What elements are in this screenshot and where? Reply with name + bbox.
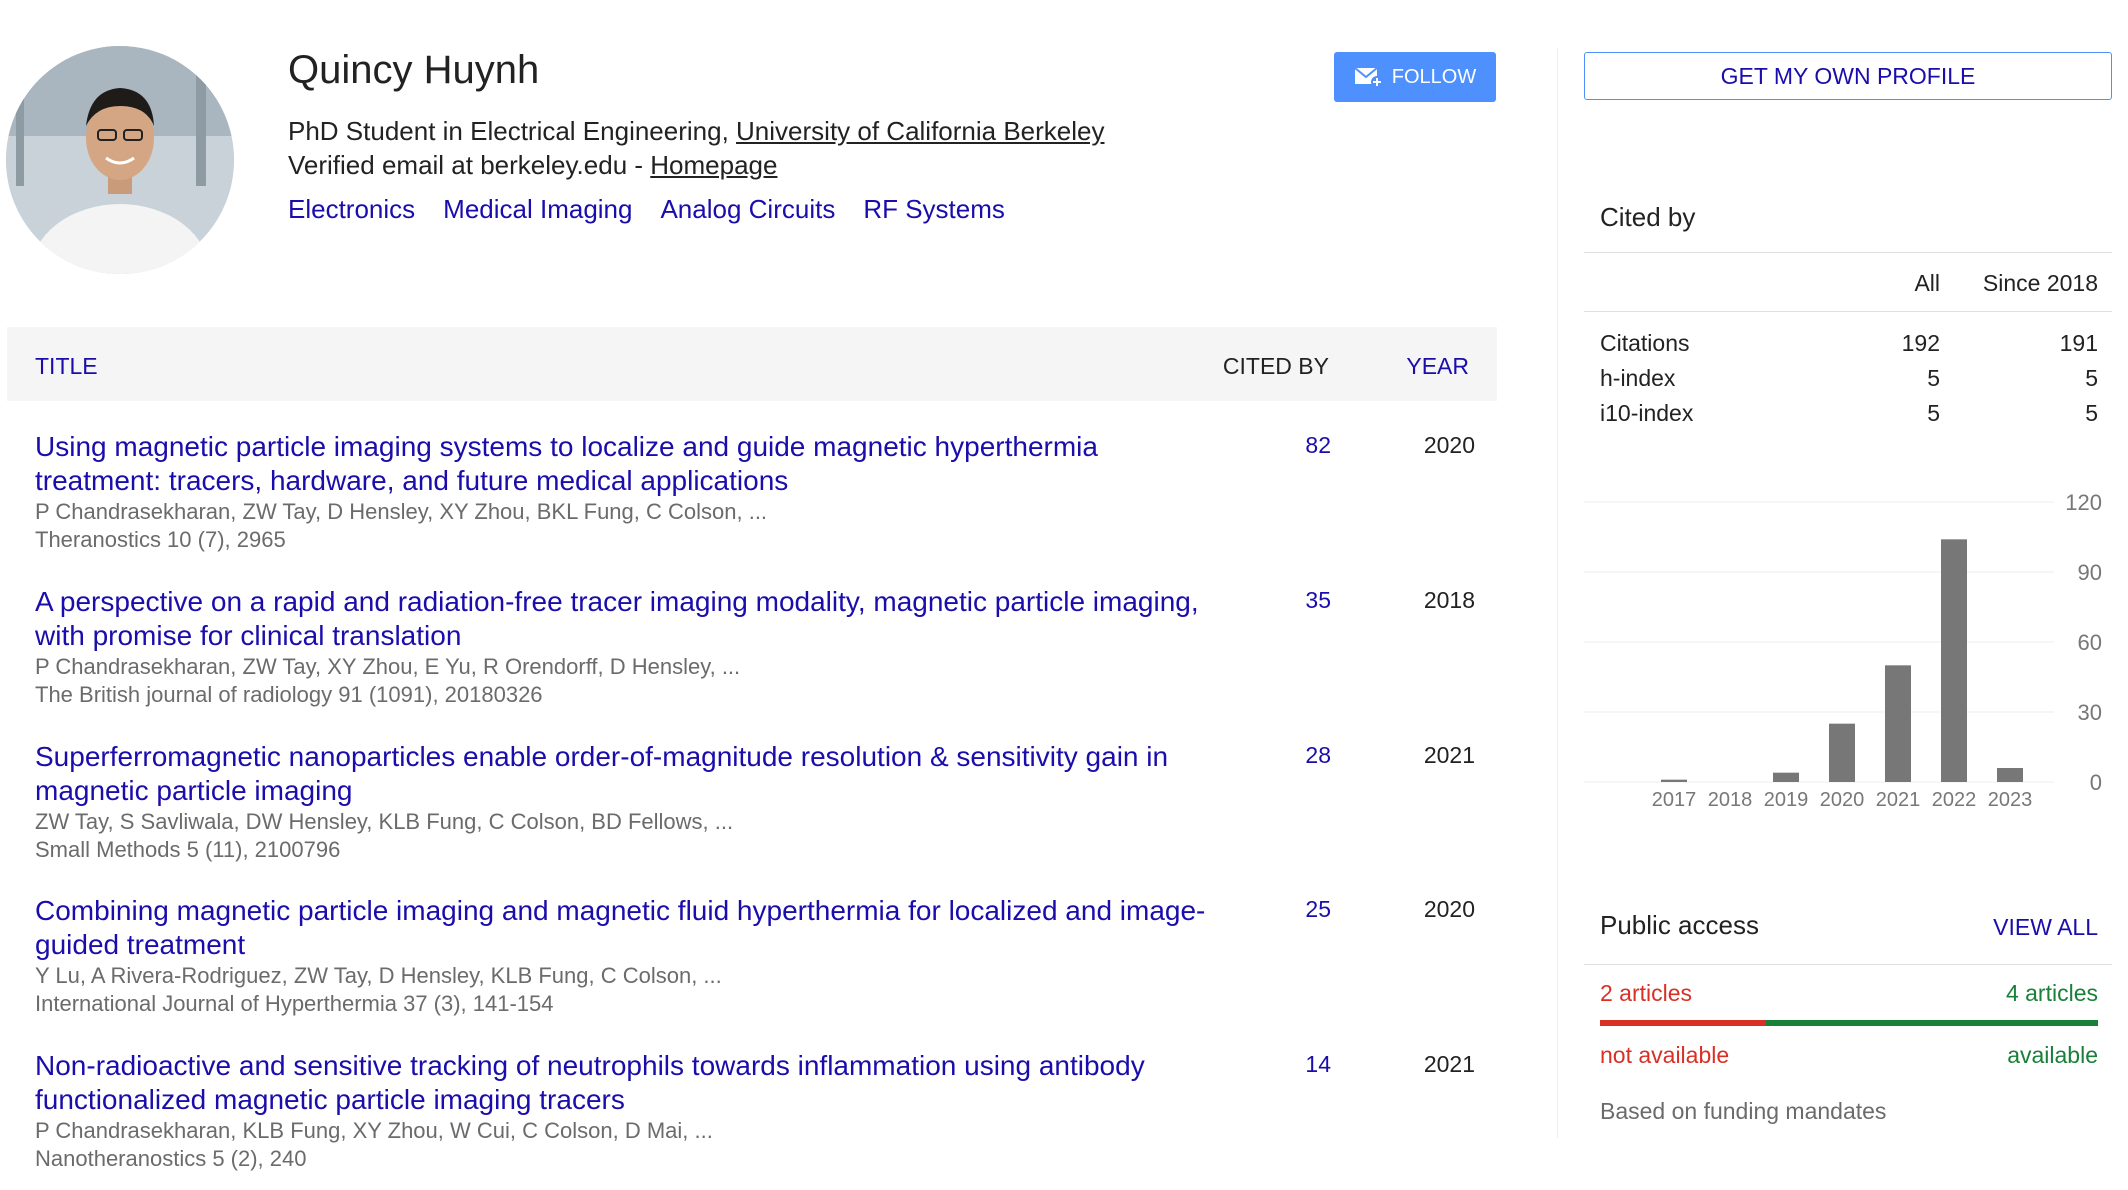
chart-y-tick-label: 120 <box>2065 490 2102 515</box>
not-available-count-link[interactable]: 2 articles <box>1600 980 1692 1007</box>
chart-x-tick-label: 2023 <box>1988 789 2033 811</box>
cited-by-heading: Cited by <box>1600 202 1696 232</box>
citations-per-year-chart: 0 30 60 90 120 2017 2018 2019 2020 2021 2022 2023 <box>1584 490 2102 811</box>
profile-avatar <box>6 46 234 274</box>
chart-y-tick-label: 90 <box>2078 560 2102 585</box>
article-venue: Theranostics 10 (7), 2965 <box>35 527 286 552</box>
affiliation-text: PhD Student in Electrical Engineering, <box>288 116 737 146</box>
metric-since: 191 <box>2059 330 2098 356</box>
homepage-link[interactable]: Homepage <box>650 150 777 180</box>
chart-bar <box>1773 772 1799 782</box>
metric-all: 192 <box>1901 330 1940 356</box>
chart-bar <box>1829 723 1855 782</box>
article-title-link[interactable]: Non-radioactive and sensitive tracking o… <box>35 1049 1215 1117</box>
article-title-link[interactable]: Using magnetic particle imaging systems … <box>35 430 1215 498</box>
chart-x-tick-label: 2017 <box>1652 789 1697 811</box>
interest-link-analog-circuits[interactable]: Analog Circuits <box>660 194 835 225</box>
chart-bar <box>1997 768 2023 782</box>
chart-bar <box>1941 539 1967 782</box>
article-cited-by-link[interactable]: 14 <box>1305 1051 1331 1078</box>
not-available-label: not available <box>1600 1042 1730 1068</box>
public-access-heading: Public access <box>1600 910 1759 940</box>
follow-button[interactable]: FOLLOW <box>1334 52 1496 102</box>
email-text: Verified email at berkeley.edu - <box>288 150 651 180</box>
metric-label[interactable]: h-index <box>1600 365 1675 392</box>
article-cited-by-link[interactable]: 35 <box>1305 587 1331 614</box>
chart-x-tick-label: 2019 <box>1764 789 1809 811</box>
divider <box>1584 311 2112 312</box>
metrics-col-all: All <box>1914 270 1940 296</box>
article-authors: P Chandrasekharan, KLB Fung, XY Zhou, W … <box>35 1118 713 1143</box>
article-row: Superferromagnetic nanoparticles enable … <box>35 740 1475 864</box>
article-row: Using magnetic particle imaging systems … <box>35 430 1475 554</box>
mail-plus-icon <box>1354 67 1383 88</box>
article-year: 2020 <box>1423 896 1475 922</box>
article-cited-by-link[interactable]: 25 <box>1305 896 1331 923</box>
divider <box>1584 252 2112 253</box>
metric-label[interactable]: i10-index <box>1600 400 1693 427</box>
article-table-header: TITLE CITED BY YEAR <box>7 327 1497 401</box>
chart-x-tick-label: 2020 <box>1820 789 1865 811</box>
article-row: A perspective on a rapid and radiation-f… <box>35 585 1475 709</box>
sort-by-cited-link[interactable]: CITED BY <box>1223 353 1329 380</box>
article-authors: P Chandrasekharan, ZW Tay, XY Zhou, E Yu… <box>35 654 741 679</box>
article-year: 2021 <box>1423 742 1475 768</box>
interest-link-medical-imaging[interactable]: Medical Imaging <box>443 194 632 225</box>
article-venue: International Journal of Hyperthermia 37… <box>35 991 554 1016</box>
public-access-bar-not-available <box>1600 1020 1766 1026</box>
profile-affiliation: PhD Student in Electrical Engineering, U… <box>288 116 1105 147</box>
article-title-link[interactable]: A perspective on a rapid and radiation-f… <box>35 585 1215 653</box>
article-title-link[interactable]: Combining magnetic particle imaging and … <box>35 894 1215 962</box>
article-venue: Small Methods 5 (11), 2100796 <box>35 837 341 862</box>
article-row: Non-radioactive and sensitive tracking o… <box>35 1049 1475 1173</box>
metric-all: 5 <box>1927 365 1940 391</box>
sort-by-title-link[interactable]: TITLE <box>35 353 98 380</box>
article-authors: Y Lu, A Rivera-Rodriguez, ZW Tay, D Hens… <box>35 963 722 988</box>
metric-since: 5 <box>2085 400 2098 426</box>
article-year: 2021 <box>1423 1051 1475 1077</box>
metric-all: 5 <box>1927 400 1940 426</box>
follow-label: FOLLOW <box>1391 65 1477 88</box>
article-row: Combining magnetic particle imaging and … <box>35 894 1475 1018</box>
available-label: available <box>2007 1042 2098 1068</box>
profile-name: Quincy Huynh <box>288 48 540 92</box>
public-access-view-all-link[interactable]: VIEW ALL <box>1980 914 2098 941</box>
article-year: 2020 <box>1423 432 1475 458</box>
chart-x-tick-label: 2022 <box>1932 789 1977 811</box>
metric-label[interactable]: Citations <box>1600 330 1689 357</box>
affiliation-link[interactable]: University of California Berkeley <box>736 116 1104 146</box>
sort-by-year-link[interactable]: YEAR <box>1406 353 1469 380</box>
divider <box>1584 964 2112 965</box>
chart-x-tick-label: 2018 <box>1708 789 1753 811</box>
article-title-link[interactable]: Superferromagnetic nanoparticles enable … <box>35 740 1215 808</box>
metrics-col-since: Since 2018 <box>1982 270 2098 296</box>
article-authors: ZW Tay, S Savliwala, DW Hensley, KLB Fun… <box>35 809 734 834</box>
article-venue: Nanotheranostics 5 (2), 240 <box>35 1146 307 1171</box>
chart-bar <box>1885 665 1911 782</box>
profile-email: Verified email at berkeley.edu - Homepag… <box>288 150 777 181</box>
metric-since: 5 <box>2085 365 2098 391</box>
article-authors: P Chandrasekharan, ZW Tay, D Hensley, XY… <box>35 499 768 524</box>
interest-link-rf-systems[interactable]: RF Systems <box>863 194 1005 225</box>
public-access-bar <box>1600 1020 2098 1026</box>
article-cited-by-link[interactable]: 82 <box>1305 432 1331 459</box>
chart-y-tick-label: 60 <box>2078 630 2102 655</box>
funding-mandates-note: Based on funding mandates <box>1600 1098 1887 1124</box>
article-venue: The British journal of radiology 91 (109… <box>35 682 543 707</box>
chart-y-tick-label: 0 <box>2090 770 2102 795</box>
chart-bar <box>1661 779 1687 782</box>
public-access-bar-available <box>1765 1020 2098 1026</box>
interest-tags: Electronics Medical Imaging Analog Circu… <box>288 194 1005 225</box>
article-year: 2018 <box>1423 587 1475 613</box>
column-divider <box>1557 48 1558 1138</box>
interest-link-electronics[interactable]: Electronics <box>288 194 415 225</box>
chart-x-tick-label: 2021 <box>1876 789 1921 811</box>
chart-y-tick-label: 30 <box>2078 700 2102 725</box>
available-count-link[interactable]: 4 articles <box>1940 980 2098 1007</box>
article-cited-by-link[interactable]: 28 <box>1305 742 1331 769</box>
get-my-own-profile-button[interactable]: GET MY OWN PROFILE <box>1584 52 2112 100</box>
